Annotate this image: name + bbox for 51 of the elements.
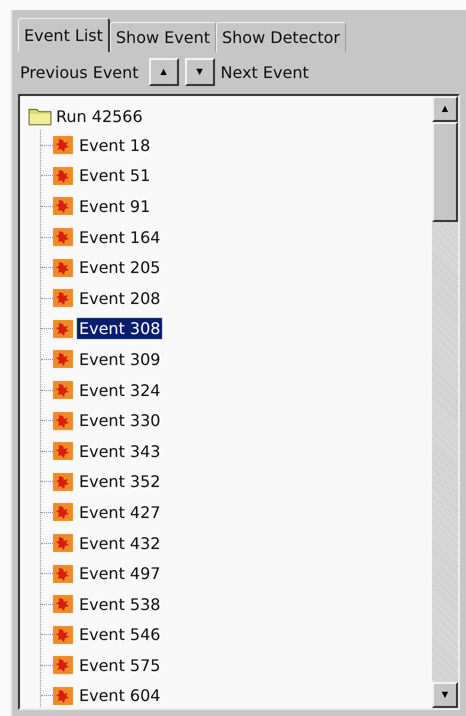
tree-item[interactable]: Event 324 bbox=[77, 380, 162, 401]
next-event-button[interactable]: ▼ bbox=[184, 58, 215, 86]
tree-item[interactable]: Event 51 bbox=[77, 165, 152, 186]
event-icon bbox=[53, 350, 73, 368]
event-icon bbox=[53, 564, 73, 583]
folder-icon bbox=[28, 106, 52, 126]
event-icon bbox=[53, 228, 73, 246]
tree-item[interactable]: Event 575 bbox=[77, 654, 162, 676]
tree-item[interactable]: Event 604 bbox=[77, 685, 162, 706]
tree-item[interactable]: Event 427 bbox=[77, 502, 162, 523]
tree-item[interactable]: Event 309 bbox=[77, 348, 162, 370]
event-icon bbox=[53, 472, 73, 491]
scroll-down-button[interactable]: ▼ bbox=[432, 682, 458, 708]
tree-item[interactable]: Event 352 bbox=[77, 471, 162, 492]
event-icon bbox=[53, 412, 73, 430]
tree-item[interactable]: Run 42566 bbox=[54, 106, 145, 126]
tree-item[interactable]: Event 330 bbox=[77, 410, 162, 432]
event-icon bbox=[53, 258, 73, 277]
event-icon bbox=[53, 320, 73, 338]
scroll-up-button[interactable]: ▲ bbox=[432, 96, 458, 122]
tree-item[interactable]: Event 91 bbox=[77, 196, 152, 217]
event-icon bbox=[53, 626, 73, 644]
next-event-label: Next Event bbox=[220, 62, 309, 82]
tree-item[interactable]: Event 546 bbox=[77, 624, 162, 646]
event-icon bbox=[53, 595, 73, 614]
tree-item[interactable]: Event 205 bbox=[77, 257, 162, 278]
tree-item[interactable]: Event 208 bbox=[77, 288, 162, 309]
event-icon bbox=[53, 381, 73, 400]
tab[interactable]: Event List bbox=[18, 18, 110, 52]
event-icon bbox=[53, 534, 73, 552]
tab[interactable]: Show Event bbox=[110, 22, 216, 52]
previous-event-button[interactable]: ▲ bbox=[148, 58, 179, 86]
event-icon bbox=[53, 686, 73, 705]
tree-item[interactable]: Event 18 bbox=[77, 134, 152, 156]
event-icon bbox=[53, 136, 73, 154]
tree-item[interactable]: Event 343 bbox=[77, 440, 162, 462]
event-icon bbox=[53, 442, 73, 460]
tree-item[interactable]: Event 538 bbox=[77, 594, 162, 615]
tree-item[interactable]: Event 432 bbox=[77, 532, 162, 554]
event-icon bbox=[53, 503, 73, 522]
event-icon bbox=[53, 656, 73, 674]
scrollbar[interactable]: ▲ ▼ bbox=[432, 96, 458, 708]
event-icon bbox=[53, 197, 73, 216]
event-icon bbox=[53, 166, 73, 185]
tree-item[interactable]: Event 497 bbox=[77, 563, 162, 584]
tree-item[interactable]: Event 164 bbox=[77, 226, 162, 248]
event-icon bbox=[53, 289, 73, 308]
tab[interactable]: Show Detector bbox=[216, 22, 346, 52]
tree-item[interactable]: Event 308 bbox=[77, 318, 162, 340]
scroll-thumb[interactable] bbox=[432, 122, 458, 222]
previous-event-label: Previous Event bbox=[20, 62, 139, 82]
